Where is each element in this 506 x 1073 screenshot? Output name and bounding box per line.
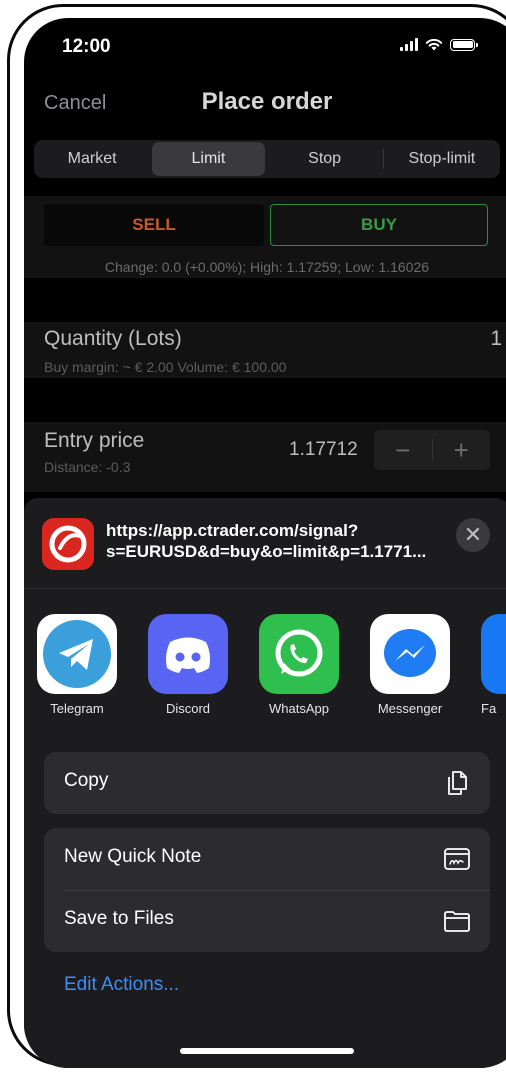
buy-button[interactable]: BUY	[270, 204, 488, 246]
wifi-icon	[425, 38, 443, 51]
whatsapp-icon	[259, 614, 339, 694]
entry-price-label: Entry price	[44, 429, 145, 452]
save-to-files-action[interactable]: Save to Files	[44, 890, 490, 952]
shared-url-line-2: s=EURUSD&d=buy&o=limit&p=1.1771...	[106, 542, 427, 561]
share-app-facebook[interactable]: Fa	[481, 614, 506, 716]
page-title: Place order	[201, 88, 333, 115]
discord-icon	[148, 614, 228, 694]
share-app-messenger[interactable]: Messenger	[370, 614, 450, 716]
sell-button[interactable]: SELL	[44, 204, 264, 246]
new-quick-note-label: New Quick Note	[64, 846, 202, 867]
share-app-label: WhatsApp	[269, 701, 329, 716]
share-app-discord[interactable]: Discord	[148, 614, 228, 716]
entry-price-stepper: − +	[374, 430, 490, 470]
order-type-segmented-control: Market Limit Stop Stop-limit	[34, 140, 500, 178]
copy-label: Copy	[64, 770, 109, 791]
increment-button[interactable]: +	[433, 435, 491, 466]
share-app-label: Fa	[481, 701, 497, 716]
share-app-telegram[interactable]: Telegram	[37, 614, 117, 716]
shared-url: https://app.ctrader.com/signal? s=EURUSD&…	[106, 520, 466, 562]
close-share-sheet-button[interactable]: ✕	[456, 518, 490, 552]
share-sheet-divider	[24, 588, 506, 589]
home-indicator[interactable]	[180, 1048, 354, 1054]
tab-stop-limit[interactable]: Stop-limit	[386, 142, 498, 176]
messenger-icon	[370, 614, 450, 694]
quick-note-icon	[444, 848, 470, 870]
tab-stop[interactable]: Stop	[269, 142, 381, 176]
price-change-info: Change: 0.0 (+0.00%); High: 1.17259; Low…	[104, 259, 430, 275]
quantity-label: Quantity (Lots)	[44, 327, 182, 350]
shared-url-line-1: https://app.ctrader.com/signal?	[106, 521, 359, 540]
share-apps-row: Telegram Discord WhatsApp Messenger Fa	[24, 614, 506, 724]
entry-distance: Distance: -0.3	[44, 459, 131, 475]
facebook-icon	[481, 614, 506, 694]
tab-market[interactable]: Market	[36, 142, 148, 176]
copy-action-group: Copy	[44, 752, 490, 814]
copy-action[interactable]: Copy	[44, 752, 490, 814]
share-app-label: Telegram	[50, 701, 104, 716]
telegram-icon	[37, 614, 117, 694]
status-time: 12:00	[62, 36, 111, 57]
status-icons	[400, 38, 478, 51]
entry-price-input[interactable]: 1.17712	[289, 439, 358, 461]
share-app-label: Discord	[165, 701, 211, 716]
new-quick-note-action[interactable]: New Quick Note	[44, 828, 490, 891]
edit-actions-link[interactable]: Edit Actions...	[64, 974, 179, 996]
save-to-files-label: Save to Files	[64, 908, 174, 929]
share-app-whatsapp[interactable]: WhatsApp	[259, 614, 339, 716]
segment-divider	[382, 149, 384, 169]
folder-icon	[444, 911, 470, 932]
share-app-label: Messenger	[377, 701, 443, 716]
ctrader-app-icon	[42, 518, 94, 570]
cellular-signal-icon	[400, 38, 418, 51]
phone-screen: 12:00 Cancel Place order Market Limit St…	[24, 18, 506, 1068]
more-actions-group: New Quick Note Save to Files	[44, 828, 490, 952]
battery-icon	[450, 38, 478, 51]
quantity-value[interactable]: 1	[490, 327, 502, 351]
margin-volume-info: Buy margin: ~ € 2.00 Volume: € 100.00	[44, 359, 287, 375]
copy-icon	[448, 771, 467, 795]
tab-limit[interactable]: Limit	[152, 142, 265, 176]
decrement-button[interactable]: −	[374, 435, 432, 466]
